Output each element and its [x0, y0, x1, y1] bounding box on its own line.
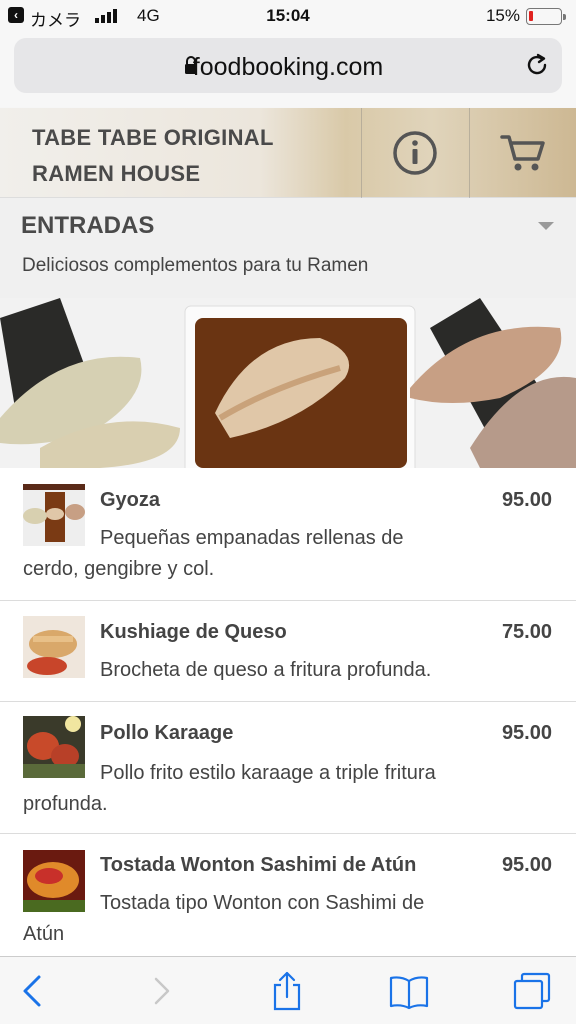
item-name: Kushiage de Queso — [100, 621, 287, 643]
forward-icon — [154, 977, 170, 1005]
share-button[interactable] — [267, 971, 307, 1011]
menu-item[interactable]: Kushiage de Queso 75.00 Brocheta de ques… — [0, 601, 576, 702]
item-price: 95.00 — [501, 489, 552, 511]
item-name: Gyoza — [100, 489, 161, 511]
battery-percent: 15% — [485, 6, 520, 25]
forward-button[interactable] — [142, 971, 182, 1011]
menu-item[interactable]: Pollo Karaage 95.00 Pollo frito estilo k… — [0, 702, 576, 834]
tabs-icon — [513, 972, 551, 1010]
menu-item[interactable]: Tostada Wonton Sashimi de Atún 95.00 Tos… — [0, 834, 576, 964]
item-price: 75.00 — [501, 621, 552, 643]
item-description: Pollo frito estilo karaage a triple frit… — [23, 762, 436, 815]
info-icon — [393, 131, 437, 175]
bookmarks-icon — [389, 976, 429, 1010]
item-description: Pequeñas empanadas rellenas de cerdo, ge… — [23, 527, 404, 580]
menu-item[interactable]: Gyoza 95.00 Pequeñas empanadas rellenas … — [0, 468, 576, 601]
category-banner-image — [0, 298, 576, 468]
chevron-down-icon[interactable] — [538, 222, 554, 230]
category-header[interactable]: ENTRADAS Deliciosos complementos para tu… — [0, 198, 576, 298]
browser-toolbar — [0, 956, 576, 1024]
category-subtitle: Deliciosos complementos para tu Ramen — [22, 255, 369, 276]
reload-icon[interactable] — [524, 52, 550, 78]
cart-icon — [500, 135, 545, 171]
item-description: Tostada tipo Wonton con Sashimi de Atún — [23, 892, 425, 945]
item-name: Pollo Karaage — [100, 722, 234, 744]
back-button[interactable] — [14, 971, 54, 1011]
address-bar[interactable]: foodbooking.com — [14, 38, 562, 93]
item-price: 95.00 — [501, 854, 552, 876]
restaurant-title: TABE TABE ORIGINAL RAMEN HOUSE — [32, 120, 274, 192]
back-icon — [23, 975, 41, 1007]
tabs-button[interactable] — [512, 971, 552, 1011]
browser-address-area: foodbooking.com — [0, 34, 576, 108]
menu-list: Gyoza 95.00 Pequeñas empanadas rellenas … — [0, 468, 576, 964]
title-line-2: RAMEN HOUSE — [32, 161, 201, 186]
cart-button[interactable] — [470, 108, 576, 198]
share-icon — [273, 971, 301, 1011]
status-bar: ‹ カメラ 4G 15:04 15% — [0, 0, 576, 34]
restaurant-header: TABE TABE ORIGINAL RAMEN HOUSE — [0, 108, 576, 198]
category-title: ENTRADAS — [21, 212, 155, 239]
info-button[interactable] — [362, 108, 468, 198]
title-line-1: TABE TABE ORIGINAL — [32, 125, 274, 150]
item-name: Tostada Wonton Sashimi de Atún — [100, 854, 417, 876]
url-text: foodbooking.com — [192, 53, 384, 81]
item-description: Brocheta de queso a fritura profunda. — [100, 659, 432, 681]
item-price: 95.00 — [501, 722, 552, 744]
battery-icon — [526, 8, 566, 25]
bookmarks-button[interactable] — [389, 971, 429, 1011]
